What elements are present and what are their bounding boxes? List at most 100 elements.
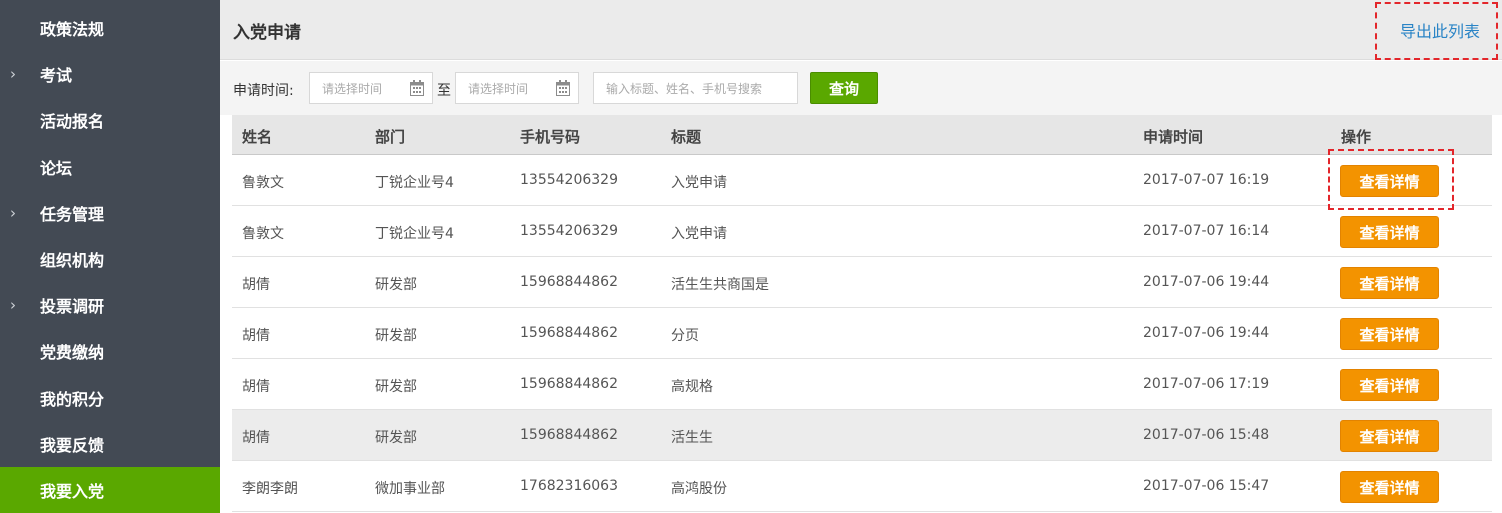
cell-apply-time: 2017-07-06 15:47 (1143, 478, 1270, 494)
header-apply-time: 申请时间 (1143, 128, 1204, 146)
filter-bar: 申请时间: 请选择时间 至 请选择时间 输入标题、姓名、手机号搜索 查询 (220, 61, 1502, 115)
sidebar-item-0[interactable]: 政策法规 (0, 5, 220, 51)
cell-title: 入党申请 (671, 175, 727, 191)
sidebar-item-8[interactable]: 我的积分 (0, 375, 220, 421)
sidebar-item-label: 党费缴纳 (40, 343, 105, 363)
cell-department: 丁锐企业号4 (375, 226, 454, 242)
cell-name: 胡倩 (242, 328, 270, 344)
sidebar-item-label: 我要反馈 (40, 435, 105, 455)
cell-apply-time: 2017-07-06 15:48 (1143, 427, 1270, 443)
cell-name: 胡倩 (242, 379, 270, 395)
cell-phone: 13554206329 (520, 223, 618, 239)
query-button[interactable]: 查询 (810, 72, 878, 104)
sidebar-item-10[interactable]: 我要入党 (0, 467, 220, 513)
cell-title: 入党申请 (671, 226, 727, 242)
sidebar-item-4[interactable]: › 任务管理 (0, 190, 220, 236)
start-date-input[interactable]: 请选择时间 (309, 72, 433, 104)
sidebar-item-label: 政策法规 (40, 20, 105, 39)
sidebar-item-label: 我要入党 (40, 482, 105, 501)
cell-department: 研发部 (375, 277, 417, 293)
apply-time-label: 申请时间: (233, 83, 294, 99)
sidebar: 政策法规 › 考试活动报名论坛 › 任务管理组织机构 › 投票调研党费缴纳我的积分我要反馈我… (0, 0, 220, 513)
table-row: 李朗李朗 微加事业部 17682316063 高鸿股份 2017-07-06 15:47… (232, 461, 1492, 512)
table-row: 胡倩 研发部 15968844862 分页 2017-07-06 19:44 查看详情 (232, 308, 1492, 359)
table-row: 鲁敦文 丁锐企业号4 13554206329 入党申请 2017-07-07 16:14… (232, 206, 1492, 257)
page-header: 入党申请 导出此列表 (220, 0, 1502, 60)
view-detail-button[interactable]: 查看详情 (1340, 369, 1439, 401)
calendar-icon (556, 80, 570, 96)
cell-phone: 13554206329 (520, 172, 618, 188)
cell-phone: 17682316063 (520, 478, 618, 494)
cell-department: 丁锐企业号4 (375, 175, 454, 191)
header-name: 姓名 (242, 128, 273, 146)
sidebar-item-7[interactable]: 党费缴纳 (0, 328, 220, 374)
cell-name: 李朗李朗 (242, 481, 298, 497)
cell-phone: 15968844862 (520, 325, 618, 341)
cell-apply-time: 2017-07-06 19:44 (1143, 274, 1270, 290)
sidebar-item-label: 考试 (40, 66, 73, 86)
cell-title: 分页 (671, 328, 699, 344)
cell-name: 鲁敦文 (242, 175, 284, 191)
cell-department: 研发部 (375, 328, 417, 344)
header-department: 部门 (375, 128, 406, 146)
sidebar-item-label: 活动报名 (40, 112, 105, 132)
sidebar-item-6[interactable]: › 投票调研 (0, 282, 220, 328)
cell-department: 微加事业部 (375, 481, 445, 497)
calendar-icon (410, 80, 424, 96)
search-input[interactable]: 输入标题、姓名、手机号搜索 (593, 72, 798, 104)
cell-name: 胡倩 (242, 277, 270, 293)
application-table: 姓名 部门 手机号码 标题 申请时间 操作 鲁敦文 丁锐企业号4 135542063… (232, 115, 1492, 512)
header-action: 操作 (1341, 128, 1372, 146)
cell-department: 研发部 (375, 379, 417, 395)
page-title: 入党申请 (233, 23, 301, 43)
view-detail-button[interactable]: 查看详情 (1340, 420, 1439, 452)
search-placeholder: 输入标题、姓名、手机号搜索 (606, 81, 763, 96)
sidebar-item-1[interactable]: › 考试 (0, 51, 220, 97)
cell-apply-time: 2017-07-06 17:19 (1143, 376, 1270, 392)
sidebar-item-label: 组织机构 (40, 251, 105, 270)
view-detail-button[interactable]: 查看详情 (1340, 471, 1439, 503)
chevron-right-icon: › (10, 296, 16, 315)
sidebar-item-label: 任务管理 (40, 204, 105, 224)
start-date-placeholder: 请选择时间 (322, 81, 383, 96)
export-list-link[interactable]: 导出此列表 (1400, 18, 1480, 42)
sidebar-item-2[interactable]: 活动报名 (0, 97, 220, 143)
header-title: 标题 (671, 128, 702, 146)
main-content: 入党申请 导出此列表 申请时间: 请选择时间 至 请选择时间 输入标题、姓名、手… (220, 0, 1502, 513)
table-header: 姓名 部门 手机号码 标题 申请时间 操作 (232, 115, 1492, 155)
sidebar-item-9[interactable]: 我要反馈 (0, 421, 220, 467)
end-date-placeholder: 请选择时间 (468, 81, 529, 96)
cell-apply-time: 2017-07-07 16:19 (1143, 172, 1270, 188)
view-detail-button[interactable]: 查看详情 (1340, 318, 1439, 350)
cell-phone: 15968844862 (520, 376, 618, 392)
table-row: 鲁敦文 丁锐企业号4 13554206329 入党申请 2017-07-07 16:19… (232, 155, 1492, 206)
sidebar-item-label: 论坛 (40, 158, 73, 178)
to-label: 至 (437, 83, 451, 99)
cell-name: 鲁敦文 (242, 226, 284, 242)
cell-name: 胡倩 (242, 430, 270, 446)
cell-title: 高鸿股份 (671, 481, 727, 497)
cell-phone: 15968844862 (520, 274, 618, 290)
table-row: 胡倩 研发部 15968844862 高规格 2017-07-06 17:19 查看详情 (232, 359, 1492, 410)
table-body: 鲁敦文 丁锐企业号4 13554206329 入党申请 2017-07-07 16:19… (232, 155, 1492, 512)
end-date-input[interactable]: 请选择时间 (455, 72, 579, 104)
cell-apply-time: 2017-07-06 19:44 (1143, 325, 1270, 341)
sidebar-item-5[interactable]: 组织机构 (0, 236, 220, 282)
view-detail-button[interactable]: 查看详情 (1340, 267, 1439, 299)
cell-title: 高规格 (671, 379, 713, 395)
cell-apply-time: 2017-07-07 16:14 (1143, 223, 1270, 239)
detail-highlight-box (1328, 149, 1454, 210)
cell-title: 活生生共商国是 (671, 277, 769, 293)
cell-title: 活生生 (671, 430, 713, 446)
sidebar-item-label: 投票调研 (40, 297, 105, 317)
chevron-right-icon: › (10, 65, 16, 84)
cell-phone: 15968844862 (520, 427, 618, 443)
cell-department: 研发部 (375, 430, 417, 446)
table-row: 胡倩 研发部 15968844862 活生生 2017-07-06 15:48 查看详情 (232, 410, 1492, 461)
header-phone: 手机号码 (520, 128, 581, 146)
table-row: 胡倩 研发部 15968844862 活生生共商国是 2017-07-06 19:44 查… (232, 257, 1492, 308)
view-detail-button[interactable]: 查看详情 (1340, 216, 1439, 248)
sidebar-item-label: 我的积分 (40, 389, 105, 409)
sidebar-item-3[interactable]: 论坛 (0, 144, 220, 190)
chevron-right-icon: › (10, 203, 16, 222)
